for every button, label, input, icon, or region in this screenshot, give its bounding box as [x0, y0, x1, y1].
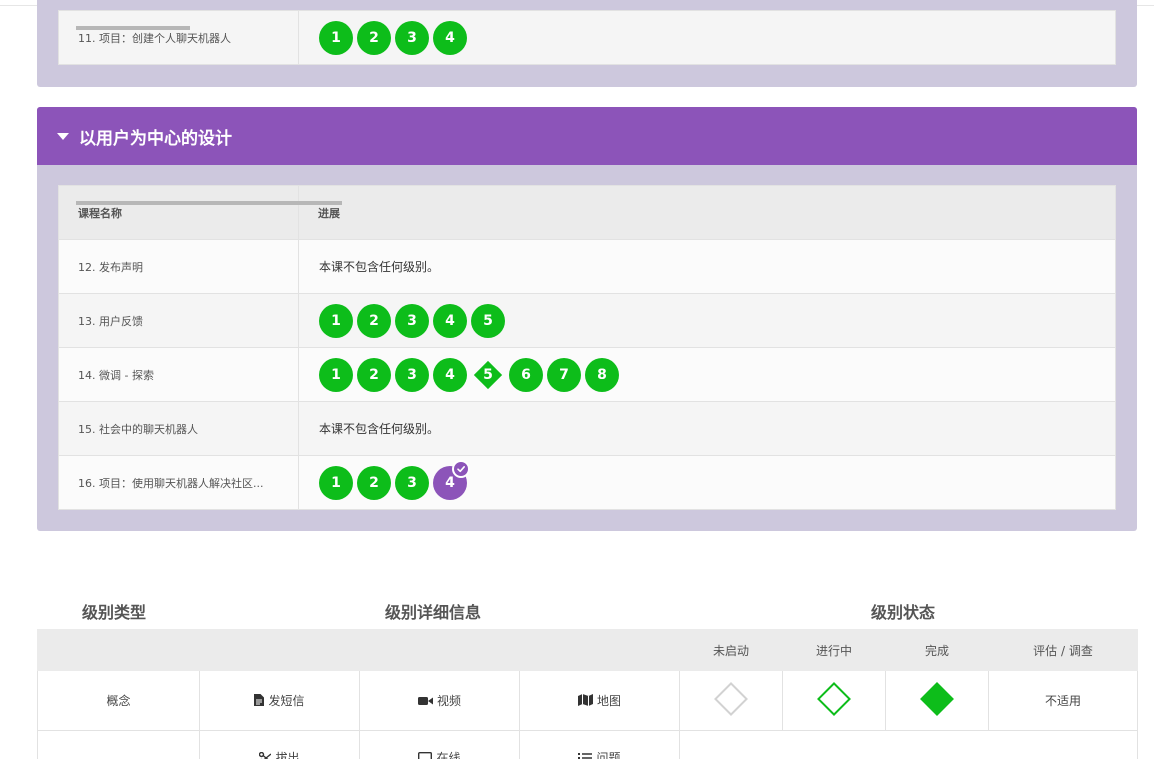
lesson-table: 课程名称 进展 12. 发布声明 本课不包含任何级别。 13. 用户反馈 1 2… — [58, 185, 1116, 510]
key-header-row: 未启动 进行中 完成 评估 / 调查 — [37, 629, 1138, 671]
detail-label: 拔出 — [275, 751, 300, 759]
lesson-name-link[interactable]: 14. 微调 - 探索 — [58, 347, 299, 402]
in-progress-diamond-icon — [817, 682, 851, 716]
level-bubble[interactable]: 3 — [395, 465, 429, 500]
detail-map: 地图 — [577, 692, 621, 709]
level-bubble[interactable]: 2 — [357, 465, 391, 500]
assessment-level-number: 5 — [483, 366, 493, 383]
complete-diamond-icon — [920, 682, 954, 716]
lesson-name-link[interactable]: 12. 发布声明 — [58, 239, 299, 294]
level-bubble[interactable]: 1 — [319, 303, 353, 338]
key-row-activity: 拔出 在线 问题 — [37, 730, 1138, 759]
level-bubbles: 1 2 3 4 — [75, 200, 1115, 500]
column-header-lesson-name: 课程名称 — [58, 185, 299, 240]
level-key-headings: 级别类型 级别详细信息 级别状态 — [37, 596, 1137, 622]
checkmark-icon — [452, 459, 470, 478]
detail-label: 问题 — [596, 751, 621, 759]
video-icon — [417, 696, 433, 705]
level-bubble[interactable]: 6 — [509, 357, 543, 392]
level-bubble[interactable]: 4 — [433, 20, 467, 55]
lesson-row: 16. 项目：使用聊天机器人解决社区... 1 2 3 4 — [58, 200, 1116, 510]
level-bubble[interactable]: 1 — [319, 465, 353, 500]
status-not-started-header: 未启动 — [679, 629, 783, 671]
progress-connector — [75, 200, 190, 205]
detail-text: 发短信 — [254, 692, 305, 709]
level-bubbles: 1 2 3 4 5 6 7 8 — [75, 200, 1115, 392]
lesson-row: 11. 项目：创建个人聊天机器人 1 2 3 4 — [58, 10, 1116, 65]
no-levels-text: 本课不包含任何级别。 — [298, 401, 1116, 456]
not-started-diamond-icon — [714, 682, 748, 716]
heading-level-status: 级别状态 — [871, 603, 936, 622]
lesson-row: 15. 社会中的聊天机器人 本课不包含任何级别。 — [58, 401, 1116, 456]
current-level-bubble[interactable]: 4 — [433, 459, 470, 500]
assessment-na-text: 不适用 — [988, 670, 1138, 731]
level-bubble[interactable]: 3 — [395, 357, 429, 392]
key-row-concept: 概念 发短信 视频 地图 不适用 — [37, 670, 1138, 731]
level-bubble[interactable]: 4 — [433, 357, 467, 392]
status-assessment-header: 评估 / 调查 — [988, 629, 1138, 671]
status-complete-header: 完成 — [885, 629, 989, 671]
level-type-label — [37, 730, 200, 759]
unit-section-user-centered-design: 以用户为中心的设计 课程名称 进展 12. 发布声明 本课不包含任何级别。 13… — [37, 107, 1137, 531]
level-bubble[interactable]: 5 — [471, 303, 505, 338]
lesson-progress: 1 2 3 4 5 — [75, 200, 1116, 348]
map-icon — [577, 694, 593, 707]
document-icon — [254, 694, 265, 707]
caret-down-icon — [57, 132, 69, 140]
level-bubbles: 1 2 3 4 5 — [75, 200, 1115, 338]
level-bubble[interactable]: 8 — [585, 357, 619, 392]
section-title: 以用户为中心的设计 — [79, 128, 232, 149]
assessment-level-bubble[interactable]: 5 — [473, 360, 503, 390]
level-bubble[interactable]: 7 — [547, 357, 581, 392]
monitor-icon — [418, 751, 433, 759]
detail-label: 发短信 — [268, 693, 305, 708]
lesson-row: 13. 用户反馈 1 2 3 4 5 — [58, 200, 1116, 348]
heading-level-type: 级别类型 — [82, 603, 147, 622]
table-header-row: 课程名称 进展 — [58, 185, 1116, 240]
level-bubble[interactable]: 4 — [433, 303, 467, 338]
column-header-progress: 进展 — [298, 185, 1116, 240]
progress-connector — [75, 25, 190, 30]
no-levels-text: 本课不包含任何级别。 — [298, 239, 1116, 294]
lesson-table: 11. 项目：创建个人聊天机器人 1 2 3 4 — [58, 10, 1116, 65]
level-bubble[interactable]: 3 — [395, 303, 429, 338]
level-bubble[interactable]: 2 — [357, 357, 391, 392]
lesson-name-link[interactable]: 16. 项目：使用聊天机器人解决社区... — [58, 455, 299, 510]
list-icon — [578, 752, 593, 759]
level-bubble[interactable]: 1 — [319, 20, 353, 55]
lesson-row: 14. 微调 - 探索 1 2 3 4 5 6 7 8 — [58, 200, 1116, 402]
scissors-icon — [259, 751, 272, 759]
detail-label: 地图 — [596, 693, 621, 708]
current-level-number: 4 — [445, 474, 455, 491]
level-bubble[interactable]: 1 — [319, 357, 353, 392]
level-bubble[interactable]: 2 — [357, 303, 391, 338]
detail-label: 在线 — [436, 751, 461, 759]
detail-video: 视频 — [417, 692, 461, 709]
lesson-progress: 1 2 3 4 5 6 7 8 — [75, 200, 1116, 402]
lesson-name-link[interactable]: 15. 社会中的聊天机器人 — [58, 401, 299, 456]
level-bubble[interactable]: 3 — [395, 20, 429, 55]
detail-question: 问题 — [578, 749, 621, 759]
detail-online: 在线 — [418, 749, 461, 759]
lesson-row: 12. 发布声明 本课不包含任何级别。 — [58, 239, 1116, 294]
unit-section-previous: 11. 项目：创建个人聊天机器人 1 2 3 4 — [37, 0, 1137, 87]
heading-level-details: 级别详细信息 — [385, 603, 482, 622]
status-in-progress-header: 进行中 — [782, 629, 886, 671]
level-type-label: 概念 — [37, 670, 200, 731]
lesson-name-link[interactable]: 13. 用户反馈 — [58, 293, 299, 348]
lesson-progress: 1 2 3 4 — [75, 10, 1116, 65]
lesson-progress: 1 2 3 4 — [75, 200, 1116, 510]
lesson-name-link[interactable]: 11. 项目：创建个人聊天机器人 — [58, 10, 299, 65]
level-bubbles: 1 2 3 4 — [75, 20, 1115, 55]
section-header[interactable]: 以用户为中心的设计 — [37, 107, 1137, 165]
detail-unplugged: 拔出 — [259, 749, 300, 759]
level-bubble[interactable]: 2 — [357, 20, 391, 55]
level-key-table: 未启动 进行中 完成 评估 / 调查 概念 发短信 视频 地图 不适用 拔出 在… — [37, 629, 1138, 759]
detail-label: 视频 — [436, 694, 461, 708]
